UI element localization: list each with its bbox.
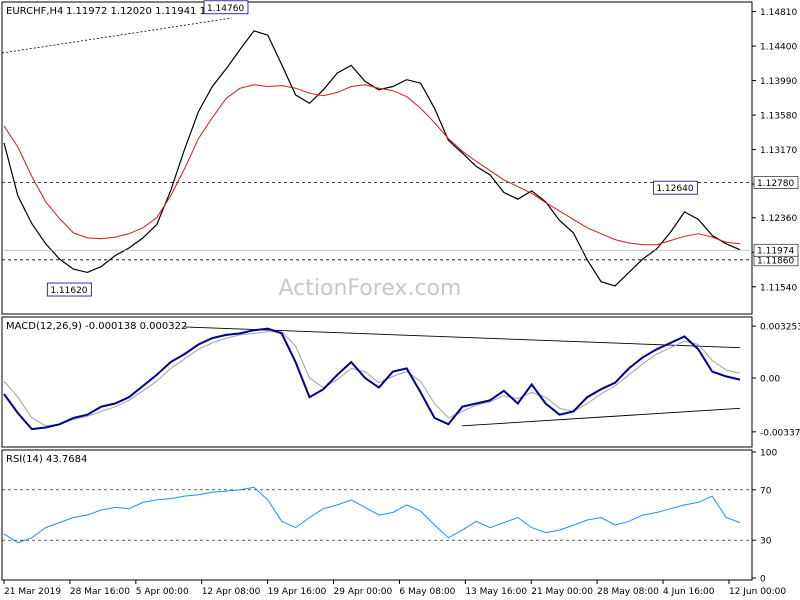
price-panel: EURCHF,H4 1.11972 1.12020 1.11941 1.1197…	[1, 0, 799, 331]
rsi-title: RSI(14) 43.7684	[6, 454, 87, 465]
x-tick-label: 21 Mar 2019	[4, 587, 61, 597]
x-tick-label: 5 Apr 00:00	[136, 587, 189, 597]
x-tick-label: 29 Apr 00:00	[334, 587, 393, 597]
y-tick-label: 1.13580	[760, 112, 797, 122]
y-tick-label: 100	[760, 449, 777, 459]
rsi-panel: RSI(14) 43.7684 100 70 30 0	[1, 449, 777, 585]
x-tick-label: 12 Apr 08:00	[202, 587, 261, 597]
y-tick-label: 1.12360	[760, 214, 797, 224]
x-tick-label: 21 May 00:00	[531, 587, 593, 597]
macd-title: MACD(12,26,9) -0.000138 0.000322	[6, 321, 187, 332]
rsi-panel-frame	[1, 449, 753, 581]
x-tick-label: 4 Jun 16:00	[663, 587, 715, 597]
price-symbol: EURCHF,H4	[6, 6, 63, 17]
macd-y-axis: 0.003253 0.00 -0.003373	[752, 323, 800, 438]
level-label: 1.12780	[757, 179, 794, 189]
price-annotation-label: 1.12640	[656, 184, 693, 194]
price-panel-frame	[1, 1, 753, 315]
x-tick-label: 6 May 08:00	[399, 587, 455, 597]
y-tick-label: -0.003373	[760, 428, 800, 438]
y-tick-label: 0.00	[760, 375, 780, 385]
x-tick-label: 28 May 08:00	[597, 587, 659, 597]
y-tick-label: 0.003253	[760, 323, 800, 333]
macd-panel: MACD(12,26,9) -0.000138 0.000322 0.00325…	[1, 316, 800, 448]
y-tick-label: 0	[760, 575, 766, 585]
chart: EURCHF,H4 1.11972 1.12020 1.11941 1.1197…	[1, 0, 800, 597]
y-tick-label: 1.14810	[760, 8, 797, 18]
level-label: 1.11860	[757, 256, 794, 266]
y-tick-label: 1.13170	[760, 146, 797, 156]
x-tick-label: 28 Mar 16:00	[70, 587, 130, 597]
y-tick-label: 1.14400	[760, 43, 797, 53]
x-tick-label: 13 May 16:00	[465, 587, 527, 597]
current-price-label: 1.11974	[757, 247, 794, 257]
y-tick-label: 70	[760, 486, 772, 496]
x-tick-label: 12 Jun 00:00	[729, 587, 786, 597]
watermark: ActionForex.com	[279, 276, 462, 301]
macd-panel-frame	[1, 316, 753, 448]
y-tick-label: 1.11540	[760, 283, 797, 293]
x-tick-label: 19 Apr 16:00	[268, 587, 327, 597]
price-annotation-label: 1.14760	[207, 4, 244, 14]
x-axis: 21 Mar 2019 28 Mar 16:00 5 Apr 00:00 12 Apr…	[3, 580, 786, 597]
y-tick-label: 1.13990	[760, 77, 797, 87]
price-annotation-label: 1.11620	[50, 286, 87, 296]
y-tick-label: 30	[760, 537, 772, 547]
